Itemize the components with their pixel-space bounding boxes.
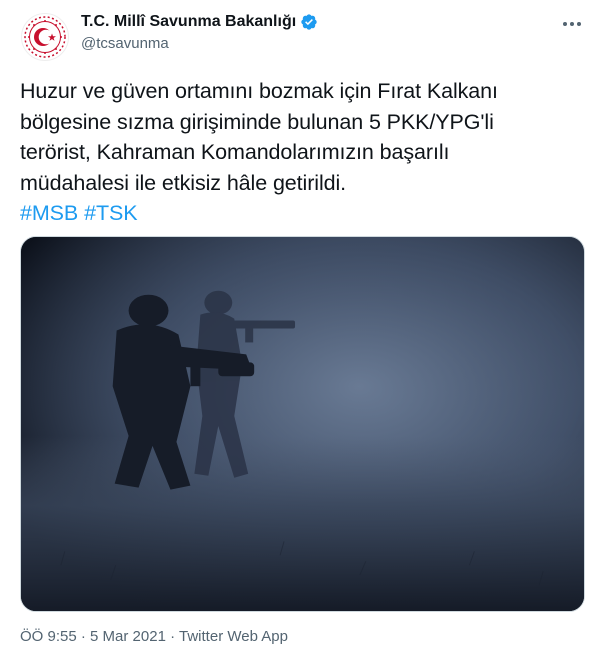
tweet-time[interactable]: ÖÖ 9:55 xyxy=(20,628,77,645)
tweet-meta: ÖÖ 9:55 · 5 Mar 2021 · Twitter Web App xyxy=(20,628,288,645)
tweet-date[interactable]: 5 Mar 2021 xyxy=(90,628,166,645)
hashtag-link-msb[interactable]: #MSB xyxy=(20,201,78,225)
tweet-card: T.C. Millî Savunma Bakanlığı @tcsavunma … xyxy=(0,0,600,667)
meta-separator: · xyxy=(170,628,176,645)
tweet-line: Huzur ve güven ortamını bozmak için Fıra… xyxy=(20,79,498,103)
tweet-text: Huzur ve güven ortamını bozmak için Fıra… xyxy=(20,76,585,229)
meta-separator: · xyxy=(80,628,86,645)
soldiers-photo xyxy=(21,237,584,611)
tweet-line: müdahalesi ile etkisiz hâle getirildi. xyxy=(20,170,347,195)
avatar[interactable] xyxy=(21,13,69,61)
tweet-photo[interactable] xyxy=(20,236,585,612)
tweet-line: bölgesine sızma girişiminde bulunan 5 PK… xyxy=(20,109,494,134)
display-name[interactable]: T.C. Millî Savunma Bakanlığı xyxy=(81,13,296,31)
tweet-source[interactable]: Twitter Web App xyxy=(179,628,288,645)
author-handle[interactable]: @tcsavunma xyxy=(81,35,169,52)
hashtag-row: #MSB #TSK xyxy=(20,198,585,229)
author-name-row: T.C. Millî Savunma Bakanlığı xyxy=(81,13,318,31)
hashtag-link-tsk[interactable]: #TSK xyxy=(84,201,137,225)
tweet-line: terörist, Kahraman Komandolarımızın başa… xyxy=(20,140,450,164)
verified-badge-icon xyxy=(301,14,317,30)
crescent-star-emblem-icon xyxy=(24,16,66,58)
more-options-icon[interactable] xyxy=(560,14,584,34)
